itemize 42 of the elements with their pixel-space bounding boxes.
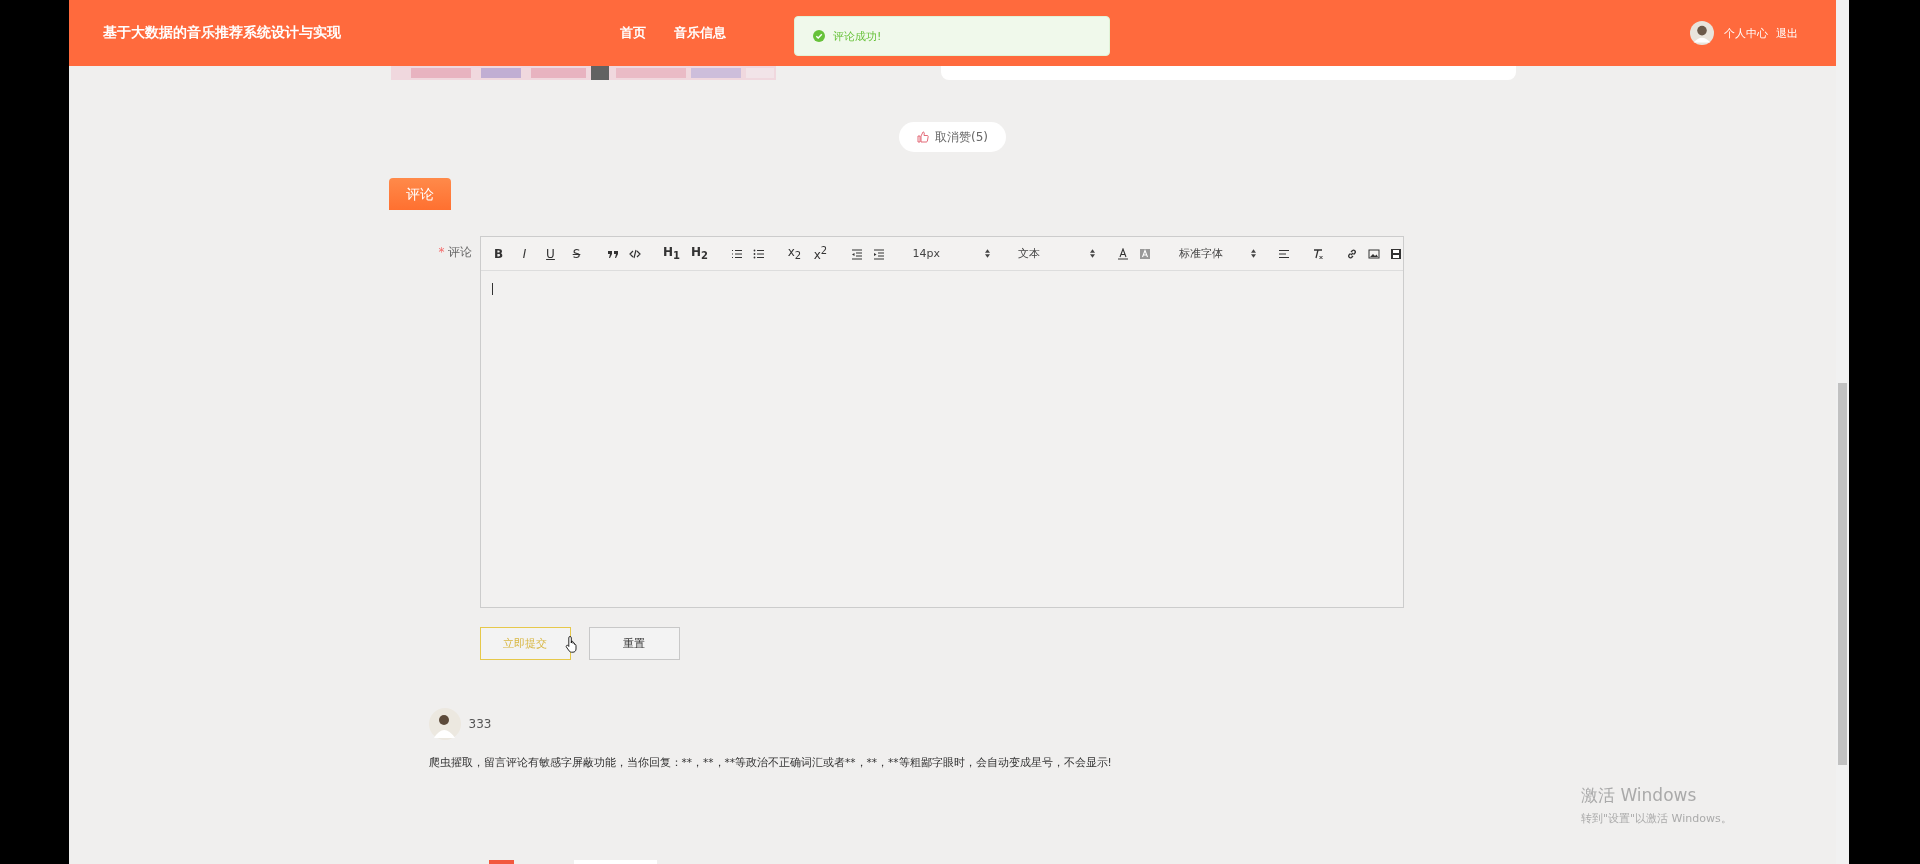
indent-icon[interactable]: [872, 247, 885, 260]
reset-button[interactable]: 重置: [588, 627, 680, 660]
outdent-icon[interactable]: [850, 247, 863, 260]
format-button[interactable]: B: [490, 246, 507, 261]
video-icon[interactable]: [1390, 247, 1403, 260]
numbered-list-icon[interactable]: [730, 247, 743, 260]
required-mark: *: [438, 245, 445, 259]
activation-hint: 转到"设置"以激活 Windows。: [1581, 811, 1732, 826]
sort-arrows-icon: [984, 249, 990, 258]
avatar-icon[interactable]: [1690, 21, 1714, 45]
font-select[interactable]: 标准字体: [1179, 246, 1257, 261]
hand-cursor-icon: [564, 635, 579, 653]
field-label: * 评论: [437, 244, 473, 261]
comment-text: 爬虫擢取，留言评论有敏感字屏蔽功能，当你回复：**，**，**等政治不正确词汇或者**，**，**等粗鄙字眼时，会自动变成星号，不会显示!: [428, 756, 1113, 770]
align-icon[interactable]: [1278, 247, 1291, 260]
format-button[interactable]: S: [568, 246, 585, 261]
site-title: 基于大数据的音乐推荐系统设计与实现: [103, 24, 342, 42]
user-avatar-icon: [428, 708, 461, 740]
heading-button[interactable]: H$_{1}$: [662, 245, 681, 262]
link-icon[interactable]: [1346, 247, 1359, 260]
heading-button[interactable]: H$_{2}$: [690, 245, 709, 262]
bullet-list-icon[interactable]: [752, 247, 765, 260]
thumbs-up-icon: [917, 131, 929, 143]
size-select[interactable]: 14px: [912, 247, 990, 260]
text-type-select[interactable]: 文本: [1017, 246, 1096, 261]
script-button[interactable]: x$^{2}$: [812, 245, 829, 262]
format-button[interactable]: U: [542, 246, 559, 261]
activation-title: 激活 Windows: [1581, 784, 1698, 807]
sort-arrows-icon: [1090, 249, 1096, 258]
comment-username: 333: [468, 717, 492, 731]
scrollbar-thumb[interactable]: [1838, 383, 1847, 765]
like-button[interactable]: 取消赞(5): [899, 122, 1006, 152]
check-circle-icon: [813, 30, 825, 42]
sort-arrows-icon: [1251, 249, 1257, 258]
script-button[interactable]: x$_{2}$: [786, 245, 803, 262]
format-button[interactable]: I: [516, 246, 533, 261]
code-icon[interactable]: [628, 247, 641, 260]
font-color-icon[interactable]: [1117, 247, 1130, 260]
toast-message: 评论成功!: [833, 28, 882, 44]
image-icon[interactable]: [1368, 247, 1381, 260]
highlight-icon[interactable]: [1139, 247, 1152, 260]
clear-format-icon[interactable]: [1312, 247, 1325, 260]
